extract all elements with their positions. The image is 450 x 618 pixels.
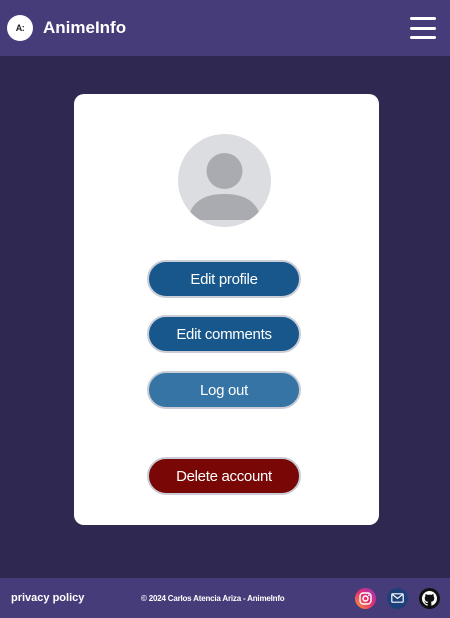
menu-bar [410,17,436,20]
app-logo[interactable]: A: [7,15,33,41]
copyright-text: © 2024 Carlos Atencia Ariza - AnimeInfo [141,593,285,603]
logout-label: Log out [200,381,248,399]
edit-comments-label: Edit comments [176,325,272,343]
instagram-glyph [359,591,372,605]
footer: privacy policy © 2024 Carlos Atencia Ari… [0,578,450,618]
instagram-icon[interactable] [355,587,376,609]
edit-profile-button[interactable]: Edit profile [147,260,301,298]
profile-card: Edit profile Edit comments Log out Delet… [74,94,379,525]
menu-bar [410,36,436,39]
top-navbar: A: AnimeInfo [0,0,450,56]
logout-button[interactable]: Log out [147,371,301,409]
hamburger-menu-icon[interactable] [410,17,436,39]
delete-account-button[interactable]: Delete account [147,457,301,495]
github-glyph [422,590,437,606]
brand-name[interactable]: AnimeInfo [43,18,126,38]
social-links [355,587,440,609]
user-placeholder-icon [188,153,261,220]
delete-account-label: Delete account [176,467,272,485]
avatar [178,134,271,227]
edit-profile-label: Edit profile [190,270,258,288]
menu-bar [410,26,436,30]
mail-icon[interactable] [387,587,408,609]
logo-text: A: [15,23,25,33]
edit-comments-button[interactable]: Edit comments [147,315,301,353]
privacy-policy-link[interactable]: privacy policy [11,592,84,604]
github-icon[interactable] [419,587,440,609]
mail-glyph [391,593,404,603]
